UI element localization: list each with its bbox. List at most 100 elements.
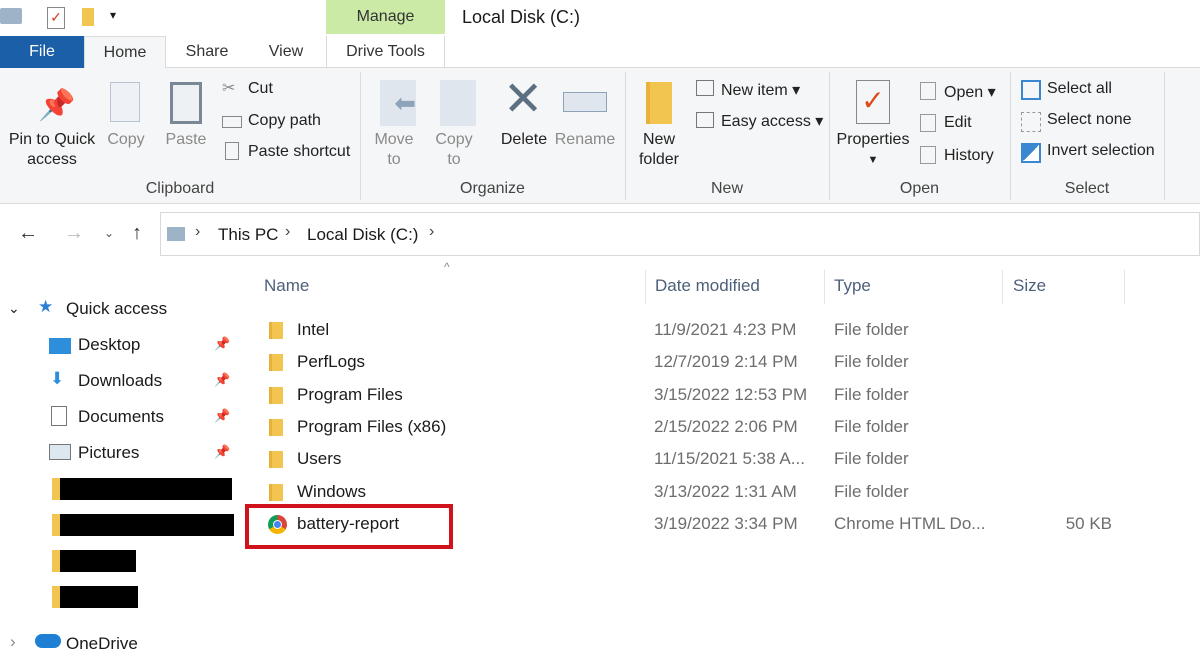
nav-desktop[interactable]: Desktop [78, 335, 140, 355]
file-row[interactable]: PerfLogs 12/7/2019 2:14 PM File folder [240, 346, 1200, 378]
forward-button[interactable]: → [64, 222, 84, 245]
group-open: Open [899, 180, 940, 197]
drive-icon [0, 8, 22, 24]
redacted-folder[interactable] [52, 586, 138, 608]
open-button[interactable]: Open ▾ [944, 82, 996, 102]
column-type[interactable]: Type [834, 276, 871, 296]
nav-onedrive[interactable]: OneDrive [66, 634, 138, 654]
select-none-icon [1021, 112, 1041, 132]
group-new: New [710, 180, 743, 197]
tab-drive-tools[interactable]: Drive Tools [326, 36, 445, 68]
open-icon [920, 82, 936, 100]
up-button[interactable]: ↑ [132, 222, 142, 245]
edit-button[interactable]: Edit [944, 114, 972, 132]
file-date: 11/15/2021 5:38 A... [654, 449, 805, 469]
move-to-button[interactable]: Move to [368, 130, 420, 170]
breadcrumb-chevron[interactable]: › [195, 223, 200, 241]
open-label: Open [944, 84, 984, 101]
tab-file[interactable]: File [0, 36, 84, 68]
easy-access-button[interactable]: Easy access ▾ [721, 111, 823, 131]
nav-pictures[interactable]: Pictures [78, 443, 139, 463]
tab-share[interactable]: Share [176, 36, 238, 68]
invert-selection-icon [1021, 143, 1041, 163]
move-label-2: to [387, 151, 401, 168]
nav-downloads[interactable]: Downloads [78, 371, 162, 391]
copy-button[interactable]: Copy [100, 130, 152, 150]
pin-icon: 📌 [38, 89, 76, 122]
edit-icon [920, 114, 936, 132]
folder-icon [269, 354, 283, 372]
file-type: File folder [834, 320, 909, 339]
nav-documents[interactable]: Documents [78, 407, 164, 427]
pin-to-quick-access-button[interactable]: Pin to Quick access [6, 130, 98, 170]
breadcrumb-separator[interactable]: › [285, 223, 290, 241]
invert-selection-button[interactable]: Invert selection [1047, 142, 1155, 160]
nav-quick-access[interactable]: Quick access [66, 299, 167, 319]
quick-access-expand-icon[interactable]: ⌄ [8, 300, 20, 317]
file-row[interactable]: Intel 11/9/2021 4:23 PM File folder [240, 314, 1200, 346]
sort-ascending-icon: ^ [444, 260, 450, 274]
tab-home[interactable]: Home [84, 36, 166, 69]
ribbon-tabs: File Home Share View Drive Tools [0, 36, 1200, 69]
redacted-folder[interactable] [52, 478, 232, 500]
new-item-button[interactable]: New item ▾ [721, 80, 800, 100]
cut-button[interactable]: Cut [248, 80, 273, 98]
file-row[interactable]: Windows 3/13/2022 1:31 AM File folder [240, 476, 1200, 508]
properties-icon: ✓ [856, 80, 890, 124]
select-none-button[interactable]: Select none [1047, 111, 1132, 129]
history-button[interactable]: History [944, 147, 994, 165]
desktop-icon [49, 338, 71, 354]
redacted-folder[interactable] [52, 550, 136, 572]
paste-button[interactable]: Paste [160, 130, 212, 150]
highlight-box [245, 504, 453, 549]
pictures-icon [49, 444, 71, 460]
recent-locations-button[interactable]: ⌄ [104, 226, 114, 240]
pin-icon: 📌 [214, 444, 231, 459]
file-row[interactable]: Program Files (x86) 2/15/2022 2:06 PM Fi… [240, 411, 1200, 443]
column-date-modified[interactable]: Date modified [655, 276, 760, 296]
qat-dropdown-icon[interactable]: ▾ [110, 8, 116, 22]
paste-shortcut-icon [225, 142, 239, 160]
breadcrumb-this-pc[interactable]: This PC [218, 225, 278, 245]
column-name[interactable]: Name [264, 276, 309, 296]
new-folder-qat-icon[interactable] [82, 8, 94, 26]
file-row[interactable]: Users 11/15/2021 5:38 A... File folder [240, 443, 1200, 475]
properties-button[interactable]: Properties ▼ [832, 130, 914, 170]
breadcrumb-local-disk[interactable]: Local Disk (C:) [307, 225, 418, 245]
select-all-button[interactable]: Select all [1047, 80, 1112, 98]
file-name: Intel [297, 320, 330, 339]
navigation-pane: ⌄ ★ Quick access Desktop ⬇ Downloads Doc… [0, 262, 238, 662]
pin-icon: 📌 [214, 408, 231, 423]
properties-qat-icon[interactable]: ✓ [47, 7, 65, 29]
file-size: 50 KB [1065, 513, 1112, 533]
new-folder-label: New [642, 131, 675, 148]
new-folder-button[interactable]: New folder [632, 130, 686, 170]
file-name: PerfLogs [297, 352, 366, 372]
rename-button[interactable]: Rename [554, 130, 616, 150]
file-list: ^ Name Date modified Type Size Intel 11/… [240, 260, 1200, 662]
back-button[interactable]: ← [18, 222, 38, 245]
delete-button[interactable]: Delete [496, 130, 552, 150]
copy-icon [110, 82, 140, 122]
pin-label-1: Pin to Quick [8, 131, 96, 148]
redacted-folder[interactable] [52, 514, 234, 536]
copy-path-button[interactable]: Copy path [248, 112, 321, 130]
onedrive-expand-icon[interactable]: › [10, 632, 16, 652]
copy-to-label-2: to [447, 151, 461, 168]
breadcrumb-separator-2[interactable]: › [429, 223, 434, 241]
paste-shortcut-button[interactable]: Paste shortcut [248, 143, 350, 161]
tab-view[interactable]: View [256, 36, 316, 68]
easy-access-icon [696, 112, 714, 128]
documents-icon [51, 406, 67, 426]
file-date: 12/7/2019 2:14 PM [654, 352, 798, 372]
downloads-icon: ⬇ [50, 369, 65, 388]
group-clipboard: Clipboard [145, 180, 215, 197]
file-name: Windows [297, 481, 366, 501]
paste-icon [170, 82, 202, 124]
address-bar[interactable]: › This PC › Local Disk (C:) › [160, 212, 1200, 256]
copy-to-button[interactable]: Copy to [428, 130, 480, 170]
column-size[interactable]: Size [1013, 276, 1046, 296]
file-row[interactable]: Program Files 3/15/2022 12:53 PM File fo… [240, 379, 1200, 411]
file-date: 3/15/2022 12:53 PM [654, 384, 808, 404]
pc-icon [167, 227, 185, 241]
